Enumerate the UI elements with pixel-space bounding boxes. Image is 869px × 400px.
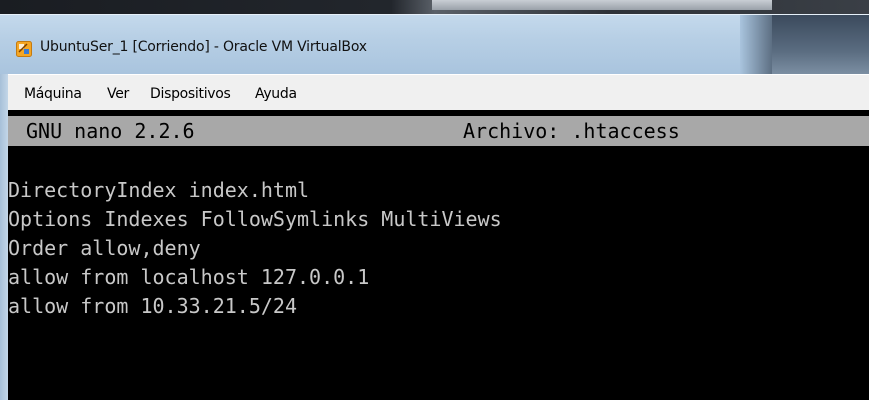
window-title: UbuntuSer_1 [Corriendo] - Oracle VM Virt…	[40, 39, 367, 55]
file-line: Options Indexes FollowSymlinks MultiView…	[8, 207, 502, 231]
nano-header-bar: GNU nano 2.2.6 Archivo: .htaccess	[8, 116, 869, 146]
screen: UbuntuSer_1 [Corriendo] - Oracle VM Virt…	[0, 0, 869, 400]
file-content[interactable]: DirectoryIndex index.html Options Indexe…	[8, 176, 502, 321]
background-window-edge	[432, 0, 772, 10]
file-line: allow from 10.33.21.5/24	[8, 294, 297, 318]
nano-version: GNU nano 2.2.6	[26, 119, 195, 143]
nano-filename: Archivo: .htaccess	[463, 119, 680, 143]
desktop-strip	[0, 0, 869, 14]
file-line: DirectoryIndex index.html	[8, 178, 310, 202]
menu-dispositivos[interactable]: Dispositivos	[150, 86, 231, 102]
window-frame-left	[0, 74, 8, 400]
menu-ayuda[interactable]: Ayuda	[255, 86, 297, 102]
vm-terminal-display[interactable]: GNU nano 2.2.6 Archivo: .htaccess Direct…	[8, 110, 869, 400]
virtualbox-icon	[16, 41, 32, 57]
file-line: allow from localhost 127.0.0.1	[8, 265, 370, 289]
file-line: Order allow,deny	[8, 236, 201, 260]
window-titlebar[interactable]: UbuntuSer_1 [Corriendo] - Oracle VM Virt…	[0, 14, 869, 75]
menu-maquina[interactable]: Máquina	[24, 86, 82, 102]
titlebar-gradient	[740, 15, 772, 75]
menu-ver[interactable]: Ver	[107, 86, 129, 102]
menubar: Máquina Ver Dispositivos Ayuda	[8, 74, 869, 110]
titlebar-controls-area	[772, 15, 869, 75]
